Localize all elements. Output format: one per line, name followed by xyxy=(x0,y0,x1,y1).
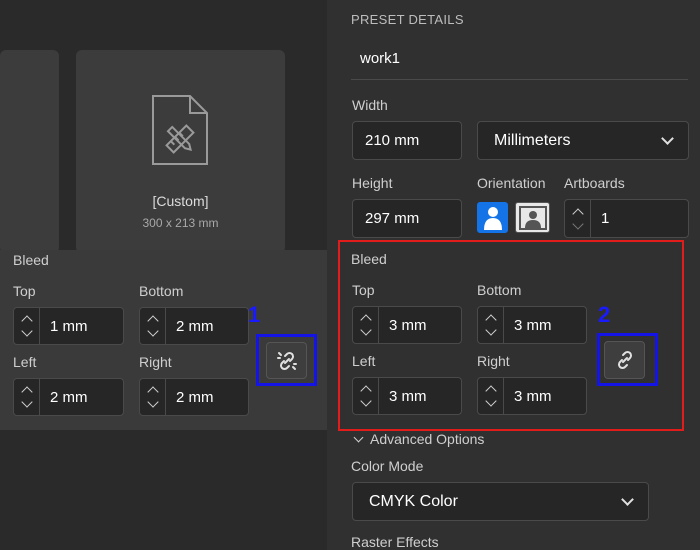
bleed-top-stepper[interactable]: 1 mm xyxy=(13,307,124,345)
preset-name-underline xyxy=(351,79,688,80)
stepper-arrows[interactable] xyxy=(140,308,166,344)
bleed-right-value[interactable]: 2 mm xyxy=(166,389,214,406)
preset-name-input[interactable]: work1 xyxy=(360,50,400,67)
raster-effects-label: Raster Effects xyxy=(351,534,439,550)
bleed-right-label: Right xyxy=(139,354,172,370)
bleed-bottom-value[interactable]: 3 mm xyxy=(504,317,552,334)
bleed-left-value[interactable]: 3 mm xyxy=(379,388,427,405)
stepper-arrows[interactable] xyxy=(478,378,504,414)
artboards-label: Artboards xyxy=(564,175,625,191)
bleed-left-label: Left xyxy=(352,353,376,369)
link-icon xyxy=(617,350,632,370)
width-input[interactable]: 210 mm xyxy=(352,121,462,160)
chevron-down-icon xyxy=(353,432,364,442)
bleed-bottom-label: Bottom xyxy=(139,283,184,299)
bleed-right-stepper[interactable]: 2 mm xyxy=(139,378,249,416)
stepper-arrows[interactable] xyxy=(14,379,40,415)
height-label: Height xyxy=(352,175,393,191)
bleed-title: Bleed xyxy=(351,251,387,267)
artboards-value[interactable]: 1 xyxy=(591,210,609,227)
bleed-bottom-label: Bottom xyxy=(477,282,522,298)
bleed-left-value[interactable]: 2 mm xyxy=(40,389,88,406)
portrait-orientation-button[interactable] xyxy=(477,202,508,233)
preset-details-title: PRESET DETAILS xyxy=(351,12,464,27)
bleed-bottom-stepper[interactable]: 2 mm xyxy=(139,307,249,345)
landscape-orientation-button[interactable] xyxy=(515,202,550,233)
portrait-icon xyxy=(483,206,502,230)
bleed-top-label: Top xyxy=(352,282,375,298)
stepper-arrows[interactable] xyxy=(565,200,591,237)
landscape-icon xyxy=(518,205,547,230)
custom-card-size: 300 x 213 mm xyxy=(142,216,219,230)
stepper-arrows[interactable] xyxy=(14,308,40,344)
color-mode-label: Color Mode xyxy=(351,458,424,474)
bleed-right-stepper[interactable]: 3 mm xyxy=(477,377,587,415)
bleed-left-label: Left xyxy=(13,354,37,370)
unlink-icon xyxy=(276,351,297,370)
chevron-down-icon xyxy=(661,132,674,145)
bleed-top-value[interactable]: 1 mm xyxy=(40,318,88,335)
bleed-left-stepper[interactable]: 3 mm xyxy=(352,377,462,415)
bleed-right-value[interactable]: 3 mm xyxy=(504,388,552,405)
advanced-options-label: Advanced Options xyxy=(370,431,485,447)
bleed-left-stepper[interactable]: 2 mm xyxy=(13,378,124,416)
bleed-top-stepper[interactable]: 3 mm xyxy=(352,306,462,344)
stepper-arrows[interactable] xyxy=(353,378,379,414)
chevron-down-icon xyxy=(621,493,634,506)
units-dropdown[interactable]: Millimeters xyxy=(477,121,689,160)
bleed-bottom-value[interactable]: 2 mm xyxy=(166,318,214,335)
preset-card[interactable] xyxy=(0,50,59,253)
units-value: Millimeters xyxy=(494,131,571,149)
orientation-label: Orientation xyxy=(477,175,546,191)
custom-document-icon xyxy=(152,95,208,165)
bleed-right-label: Right xyxy=(477,353,510,369)
color-mode-dropdown[interactable]: CMYK Color xyxy=(352,482,649,521)
stepper-arrows[interactable] xyxy=(478,307,504,343)
custom-card-name: [Custom] xyxy=(152,193,209,209)
annotation-marker-1: 1 xyxy=(248,302,261,327)
stepper-arrows[interactable] xyxy=(353,307,379,343)
annotation-marker-2: 2 xyxy=(598,302,611,327)
bleed-title: Bleed xyxy=(13,252,49,268)
color-mode-value: CMYK Color xyxy=(369,492,458,510)
bleed-bottom-stepper[interactable]: 3 mm xyxy=(477,306,587,344)
artboards-stepper[interactable]: 1 xyxy=(564,199,689,238)
linked-bleed-button[interactable] xyxy=(604,341,645,379)
stepper-arrows[interactable] xyxy=(140,379,166,415)
unlinked-bleed-button[interactable] xyxy=(266,342,307,379)
width-label: Width xyxy=(352,97,388,113)
height-input[interactable]: 297 mm xyxy=(352,199,462,238)
bleed-top-label: Top xyxy=(13,283,36,299)
advanced-options-toggle[interactable]: Advanced Options xyxy=(352,431,484,447)
bleed-top-value[interactable]: 3 mm xyxy=(379,317,427,334)
